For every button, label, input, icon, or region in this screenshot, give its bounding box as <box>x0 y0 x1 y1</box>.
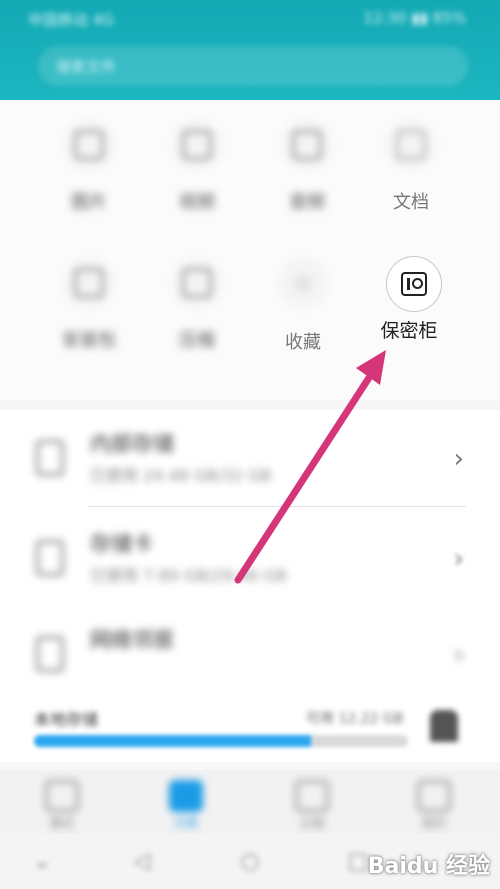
sd-card-icon <box>36 540 64 576</box>
status-bar: 中国移动 4G 12:30 ▮▮ 85% <box>0 0 500 36</box>
tab-label: 最近 <box>49 816 74 830</box>
home-icon[interactable]: ○ <box>238 850 262 874</box>
tab-label: 分类 <box>173 816 198 830</box>
category-images[interactable]: 图片 <box>44 100 134 213</box>
list-item-internal-storage[interactable]: 内部存储 已使用 24.48 GB/32 GB › <box>0 410 500 506</box>
app-header: 中国移动 4G 12:30 ▮▮ 85% 搜索文件 <box>0 0 500 100</box>
tab-label: 我的 <box>421 816 446 830</box>
image-icon <box>64 120 114 170</box>
star-folder-icon: ☆ <box>278 258 328 308</box>
category-label: 文档 <box>393 192 429 213</box>
list-item-subtitle: 已使用 7.89 GB/29.46 GB <box>90 566 287 585</box>
chevron-right-icon: › <box>453 640 464 670</box>
package-icon <box>64 258 114 308</box>
safe-icon <box>386 256 442 312</box>
usage-progress-fill <box>34 735 311 747</box>
category-label: 音频 <box>289 192 325 213</box>
list-item-title: 内部存储 <box>90 432 174 456</box>
category-apks[interactable]: 安装包 <box>44 238 134 351</box>
clock-icon <box>45 780 79 812</box>
document-icon <box>386 120 436 170</box>
list-item-sd-card[interactable]: 存储卡 已使用 7.89 GB/29.46 GB › <box>0 510 500 606</box>
category-label: 压缩 <box>179 330 215 351</box>
list-item-network[interactable]: 网络邻居 › <box>0 606 500 702</box>
divider <box>88 506 466 507</box>
tab-cloud[interactable]: 云端 <box>272 774 352 830</box>
usage-progress <box>34 735 408 747</box>
network-icon <box>36 636 64 672</box>
tab-profile[interactable]: 我的 <box>394 774 474 830</box>
status-indicators: 12:30 ▮▮ 85% <box>363 9 466 27</box>
phone-storage-icon <box>36 440 64 476</box>
back-icon[interactable]: ◁ <box>130 850 154 874</box>
clean-icon[interactable] <box>430 710 458 742</box>
list-item-subtitle: 已使用 24.48 GB/32 GB <box>90 466 272 485</box>
category-audio[interactable]: 音频 <box>262 100 352 213</box>
category-safe[interactable]: 保密柜 <box>374 248 464 358</box>
category-label: 图片 <box>71 192 107 213</box>
category-label: 安装包 <box>62 330 116 351</box>
tab-categories[interactable]: 分类 <box>146 774 226 830</box>
status-carrier: 中国移动 4G <box>28 11 114 29</box>
cloud-icon <box>295 780 329 812</box>
list-item-title: 网络邻居 <box>90 628 174 652</box>
category-videos[interactable]: 视频 <box>152 100 242 213</box>
recents-icon[interactable]: □ <box>346 850 370 874</box>
category-archives[interactable]: 压缩 <box>152 238 242 351</box>
storage-usage-bar[interactable]: 本地存储 可用 12.22 GB <box>0 700 500 762</box>
category-grid: 图片 视频 音频 文档 安装包 压缩 ☆ 收藏 保密柜 <box>0 100 500 400</box>
search-input[interactable]: 搜索文件 <box>38 46 468 86</box>
music-icon <box>282 120 332 170</box>
category-label: 收藏 <box>285 332 321 353</box>
person-icon <box>417 780 451 812</box>
search-placeholder: 搜索文件 <box>56 58 117 76</box>
usage-title: 本地存储 <box>34 710 99 729</box>
chevron-right-icon: › <box>453 544 464 574</box>
chevron-right-icon: › <box>453 444 464 474</box>
folder-icon <box>169 780 203 812</box>
usage-value: 可用 12.22 GB <box>306 711 404 727</box>
category-label: 视频 <box>179 192 215 213</box>
archive-icon <box>172 258 222 308</box>
watermark: Baidu 经验 <box>367 854 490 879</box>
chevron-down-icon[interactable]: ⌄ <box>30 850 54 874</box>
bottom-navigation: 最近 分类 云端 我的 <box>0 770 500 834</box>
tab-recent[interactable]: 最近 <box>22 774 102 830</box>
category-favorites[interactable]: ☆ 收藏 <box>258 238 348 353</box>
video-icon <box>172 120 222 170</box>
list-item-title: 存储卡 <box>90 532 153 556</box>
category-label: 保密柜 <box>380 320 438 342</box>
tab-label: 云端 <box>299 816 324 830</box>
category-documents[interactable]: 文档 <box>366 100 456 213</box>
